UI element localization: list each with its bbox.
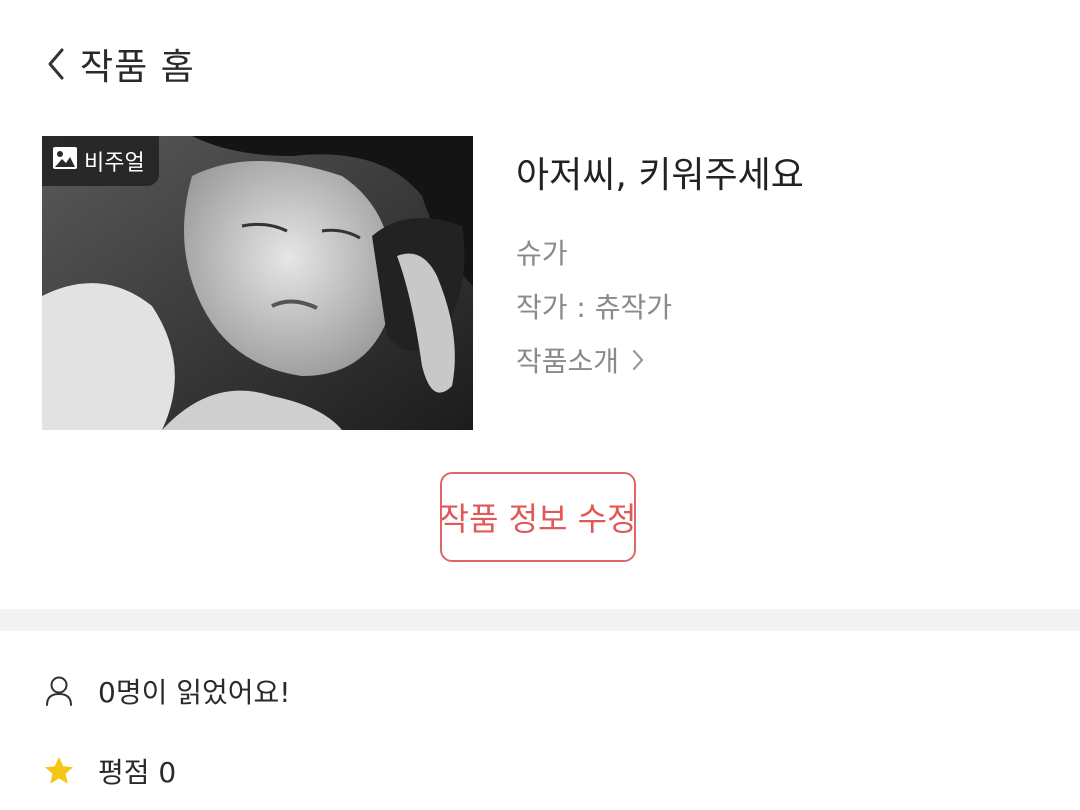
readers-text: 0명이 읽었어요! [98, 676, 291, 709]
work-title: 아저씨, 키워주세요 [516, 155, 804, 196]
chevron-right-icon [619, 348, 645, 372]
cover-image[interactable]: 비주얼 [42, 136, 473, 430]
header: 작품 홈 [0, 0, 1080, 128]
work-intro-link[interactable]: 작품소개 [516, 340, 645, 380]
visual-badge-label: 비주얼 [84, 151, 145, 176]
work-intro-label: 작품소개 [516, 345, 620, 378]
image-icon [52, 146, 78, 176]
star-icon [42, 754, 76, 788]
edit-work-info-button[interactable]: 작품 정보 수정 [440, 472, 637, 562]
page-title: 작품 홈 [80, 47, 195, 88]
readers-count: 0명이 읽었어요! [42, 671, 291, 711]
back-button[interactable]: 작품 홈 [46, 44, 195, 88]
section-divider [0, 609, 1080, 631]
author-name: 작가 : 츄작가 [516, 291, 673, 324]
chevron-left-icon [46, 47, 66, 81]
user-icon [42, 674, 76, 708]
rating: 평점 0 [42, 751, 176, 791]
rating-text: 평점 0 [98, 756, 177, 789]
visual-badge: 비주얼 [42, 136, 159, 186]
character-name: 슈가 [516, 237, 568, 270]
